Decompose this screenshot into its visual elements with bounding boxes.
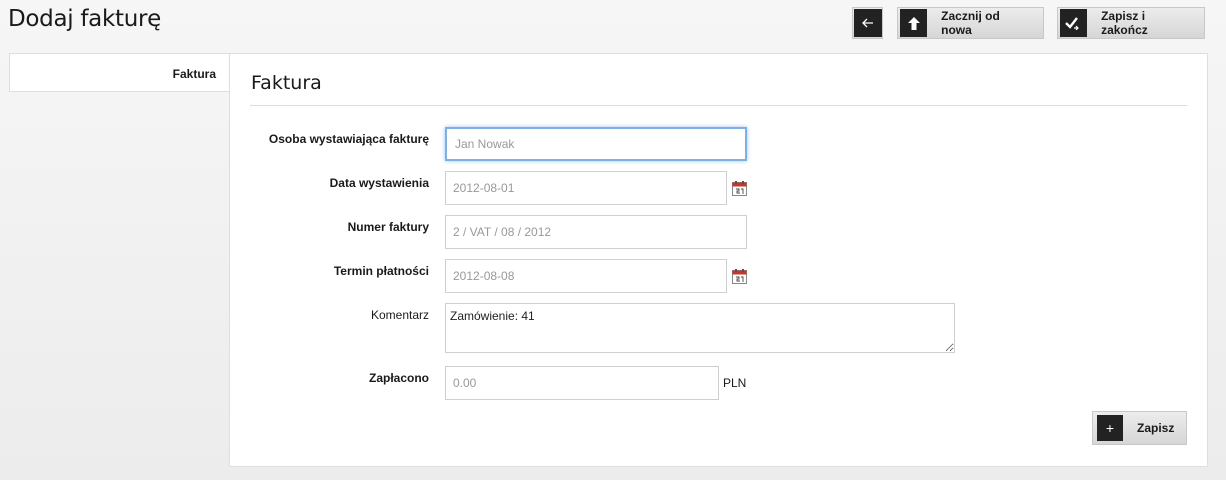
- paid-amount-input[interactable]: [445, 366, 719, 400]
- comment-textarea[interactable]: Zamówienie: 41: [445, 303, 955, 353]
- save-button[interactable]: + Zapisz: [1092, 411, 1187, 445]
- invoice-form-panel: Faktura Osoba wystawiająca fakturę Data …: [229, 53, 1208, 467]
- issue-date-input[interactable]: [445, 171, 727, 205]
- comment-label: Komentarz: [370, 308, 429, 322]
- save-and-finish-label: Zapisz i zakończ: [1101, 9, 1148, 37]
- tab-faktura[interactable]: Faktura: [9, 53, 230, 92]
- save-label: Zapisz: [1137, 421, 1175, 435]
- issuer-label: Osoba wystawiająca fakturę: [268, 132, 429, 146]
- double-check-icon: [1060, 9, 1088, 37]
- currency-label: PLN: [723, 376, 747, 390]
- arrow-left-icon: [854, 9, 882, 37]
- back-button[interactable]: [852, 7, 883, 39]
- due-date-label: Termin płatności: [333, 264, 429, 278]
- page-title: Dodaj fakturę: [8, 6, 161, 32]
- calendar-icon[interactable]: [732, 181, 747, 196]
- save-and-finish-button[interactable]: Zapisz i zakończ: [1057, 7, 1205, 39]
- restart-label: Zacznij od nowa: [941, 9, 1000, 37]
- issuer-input[interactable]: [445, 127, 747, 161]
- issue-date-label: Data wystawienia: [329, 176, 429, 190]
- due-date-input[interactable]: [445, 259, 727, 293]
- restart-button[interactable]: Zacznij od nowa: [897, 7, 1044, 39]
- plus-icon: +: [1097, 415, 1123, 441]
- paid-label: Zapłacono: [368, 371, 429, 385]
- invoice-number-input[interactable]: [445, 215, 747, 249]
- arrow-up-icon: [900, 9, 928, 37]
- section-divider: [250, 105, 1187, 106]
- section-title: Faktura: [251, 72, 322, 94]
- calendar-icon[interactable]: [732, 269, 747, 284]
- invoice-number-label: Numer faktury: [347, 220, 429, 234]
